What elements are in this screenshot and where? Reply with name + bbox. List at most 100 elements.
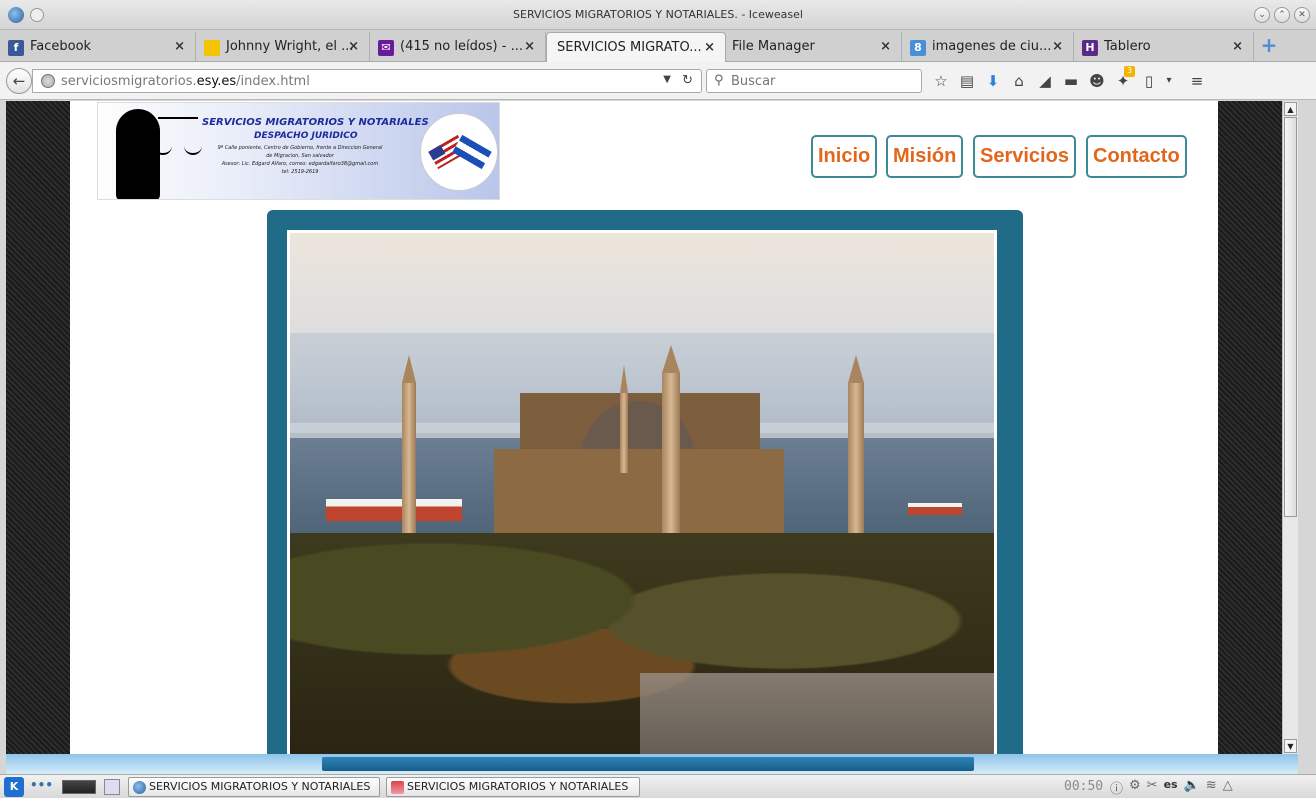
iceweasel-icon [133, 781, 146, 794]
folder-icon[interactable]: ▬ [1058, 70, 1084, 92]
close-tab-icon[interactable]: × [704, 40, 715, 55]
tab-file-manager[interactable]: File Manager × [726, 32, 902, 62]
logo-address-1: 9ª Calle poniente, Centro de Gobierno, f… [217, 145, 383, 151]
reload-icon[interactable]: ↻ [682, 73, 693, 88]
logo-subtitle: DESPACHO JURIDICO [254, 131, 358, 141]
task-image-viewer[interactable]: SERVICIOS MIGRATORIOS Y NOTARIALES [386, 777, 640, 797]
home-icon[interactable]: ⌂ [1006, 70, 1032, 92]
tab-facebook[interactable]: f Facebook × [0, 32, 196, 62]
navigation-bar: ← serviciosmigratorios.esy.es/index.html… [0, 62, 1316, 100]
url-text[interactable]: serviciosmigratorios.esy.es/index.html [61, 74, 310, 89]
task-label: SERVICIOS MIGRATORIOS Y NOTARIALES [407, 780, 629, 793]
window-titlebar: SERVICIOS MIGRATORIOS Y NOTARIALES. - Ic… [0, 0, 1316, 30]
tab-servicios-migratorios[interactable]: SERVICIOS MIGRATO... × [546, 32, 726, 62]
tab-label: (415 no leídos) - ... [400, 39, 523, 54]
bookmarks-list-icon[interactable]: ▤ [954, 70, 980, 92]
system-tray: ⓘ ⚙ ✂ es 🔈 ≋ △ [1110, 778, 1233, 797]
desktop-pager[interactable] [62, 780, 96, 794]
logo-address-2: de Migracion, San salvador [266, 153, 334, 159]
site-logo[interactable]: SERVICIOS MIGRATORIOS Y NOTARIALES DESPA… [97, 102, 500, 200]
clipboard-tray-icon[interactable]: ✂ [1147, 778, 1158, 797]
justice-silhouette-icon [116, 109, 160, 199]
downloads-icon[interactable]: ⬇ [980, 70, 1006, 92]
window-title: SERVICIOS MIGRATORIOS Y NOTARIALES. - Ic… [513, 8, 803, 21]
menu-icon[interactable]: ≡ [1184, 70, 1210, 92]
new-tab-button[interactable]: + [1256, 34, 1282, 58]
minaret [620, 393, 628, 473]
volume-icon[interactable]: 🔈 [1184, 778, 1200, 797]
close-tab-icon[interactable]: × [1052, 39, 1063, 54]
nav-contacto[interactable]: Contacto [1086, 135, 1187, 178]
trello-icon: H [1082, 40, 1098, 56]
image-frame [267, 210, 1023, 754]
mail-icon: ✉ [378, 40, 394, 56]
page-icon [204, 40, 220, 56]
facebook-icon: f [8, 40, 24, 56]
bookmark-star-icon[interactable]: ☆ [928, 70, 954, 92]
image-app-icon [391, 781, 404, 794]
horizontal-scrollbar[interactable] [6, 754, 1298, 774]
tab-label: Facebook [30, 39, 92, 54]
tab-imagenes[interactable]: 8 imagenes de ciu... × [902, 32, 1074, 62]
chat-icon[interactable]: ☻ [1084, 70, 1110, 92]
logo-title: SERVICIOS MIGRATORIOS Y NOTARIALES [202, 117, 429, 128]
scroll-thumb[interactable] [1284, 117, 1297, 517]
kde-menu-icon[interactable]: K [4, 777, 24, 797]
search-input[interactable] [731, 72, 911, 90]
close-window-button[interactable]: ✕ [1294, 7, 1310, 23]
task-iceweasel[interactable]: SERVICIOS MIGRATORIOS Y NOTARIALES [128, 777, 380, 797]
history-dropdown-icon[interactable]: ▼ [663, 74, 671, 85]
scroll-down-arrow[interactable]: ▼ [1284, 739, 1297, 753]
minimize-button[interactable]: ⌄ [1254, 7, 1270, 23]
nav-inicio[interactable]: Inicio [811, 135, 878, 178]
send-icon[interactable]: ◢ [1032, 70, 1058, 92]
back-button[interactable]: ← [6, 68, 32, 94]
ship [326, 499, 462, 521]
activities-icon[interactable]: ••• [30, 778, 53, 792]
settings-icon[interactable]: ⚙ [1129, 778, 1141, 797]
town [640, 673, 994, 754]
tab-label: File Manager [732, 39, 815, 54]
page-viewport: SERVICIOS MIGRATORIOS Y NOTARIALES DESPA… [6, 101, 1282, 754]
logo-asesor: Asesor: Lic. Edgard Alfaro, correo: edga… [221, 161, 379, 167]
mosque-image [290, 233, 994, 754]
tray-expand-icon[interactable]: △ [1223, 778, 1233, 797]
hero-photo [287, 230, 997, 754]
tab-johnny-wright[interactable]: Johnny Wright, el ... × [196, 32, 370, 62]
el-salvador-flag-icon [452, 134, 492, 170]
addon-icon[interactable]: ✦ 3 [1110, 66, 1136, 92]
wifi-icon[interactable]: ≋ [1206, 778, 1217, 797]
toolbar-icons: ☆ ▤ ⬇ ⌂ ◢ ▬ ☻ ✦ 3 ▯ ▾ ≡ [928, 66, 1210, 92]
close-tab-icon[interactable]: × [174, 39, 185, 54]
close-tab-icon[interactable]: × [1232, 39, 1243, 54]
clock[interactable]: 00:50 [1064, 779, 1103, 794]
tab-mail[interactable]: ✉ (415 no leídos) - ... × [370, 32, 546, 62]
logo-tel: tel: 2519-2619 [281, 169, 319, 175]
tab-label: Tablero [1104, 39, 1151, 54]
task-label: SERVICIOS MIGRATORIOS Y NOTARIALES [149, 780, 371, 793]
keyboard-layout[interactable]: es [1164, 778, 1178, 797]
tab-tablero[interactable]: H Tablero × [1074, 32, 1254, 62]
clipboard-icon[interactable]: ▯ [1136, 70, 1162, 92]
clipboard-dropdown-icon[interactable]: ▾ [1162, 70, 1176, 92]
info-icon[interactable]: ⓘ [1110, 778, 1123, 797]
scroll-up-arrow[interactable]: ▲ [1284, 102, 1297, 116]
ship [908, 503, 962, 515]
search-box[interactable]: ⚲ [706, 69, 922, 93]
tab-bar: f Facebook × Johnny Wright, el ... × ✉ (… [0, 30, 1316, 62]
close-tab-icon[interactable]: × [524, 39, 535, 54]
show-desktop-icon[interactable] [104, 779, 120, 795]
nav-servicios[interactable]: Servicios [973, 135, 1076, 178]
nav-mision[interactable]: Misión [886, 135, 964, 178]
close-tab-icon[interactable]: × [348, 39, 359, 54]
globe-icon[interactable] [41, 74, 55, 88]
tab-label: SERVICIOS MIGRATO... [557, 40, 702, 55]
close-tab-icon[interactable]: × [880, 39, 891, 54]
taskbar: K ••• SERVICIOS MIGRATORIOS Y NOTARIALES… [0, 774, 1316, 798]
maximize-button[interactable]: ⌃ [1274, 7, 1290, 23]
tab-label: Johnny Wright, el ... [226, 39, 354, 54]
vertical-scrollbar[interactable]: ▲ ▼ [1282, 101, 1298, 754]
horizontal-scroll-thumb[interactable] [322, 757, 974, 771]
url-bar[interactable]: serviciosmigratorios.esy.es/index.html ▼… [32, 69, 702, 93]
tab-label: imagenes de ciu... [932, 39, 1052, 54]
